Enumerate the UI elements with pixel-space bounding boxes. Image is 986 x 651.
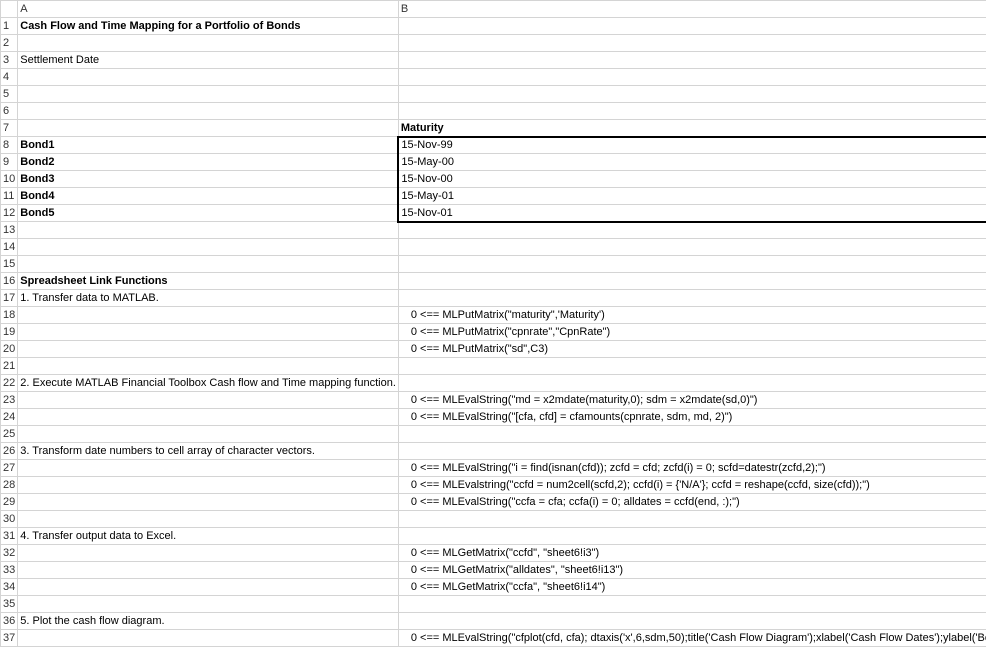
col-headers: A B C D E F G H I J K L M N: [1, 1, 986, 18]
settlement-label[interactable]: Settlement Date: [18, 52, 399, 69]
page-title[interactable]: Cash Flow and Time Mapping for a Portfol…: [18, 18, 399, 35]
spreadsheet[interactable]: A B C D E F G H I J K L M N 1 Cash Flow …: [0, 0, 986, 647]
slf-header[interactable]: Spreadsheet Link Functions: [18, 273, 399, 290]
